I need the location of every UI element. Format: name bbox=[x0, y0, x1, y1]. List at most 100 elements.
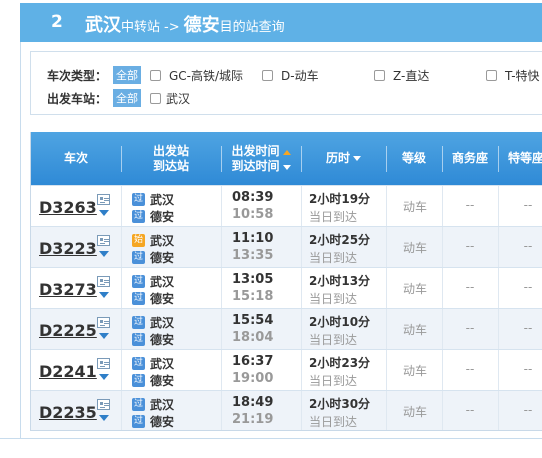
transfer-text: 中转站 bbox=[121, 20, 161, 35]
chevron-down-icon[interactable] bbox=[99, 251, 109, 257]
train-type-label: 车次类型： bbox=[47, 68, 108, 83]
sort-desc-icon[interactable] bbox=[282, 164, 291, 170]
duration: 2小时13分 bbox=[309, 274, 371, 288]
column-divider bbox=[386, 227, 387, 267]
special-seat-availability: -- bbox=[523, 280, 533, 294]
column-divider bbox=[221, 391, 222, 430]
train-info-icon[interactable] bbox=[97, 276, 110, 287]
checkbox[interactable] bbox=[486, 69, 497, 81]
column-divider bbox=[386, 391, 387, 430]
train-grade: 动车 bbox=[402, 323, 427, 337]
column-divider bbox=[386, 350, 387, 390]
special-seat-availability: -- bbox=[523, 403, 533, 417]
column-divider bbox=[301, 268, 302, 308]
column-divider bbox=[301, 350, 302, 390]
chevron-down-icon[interactable] bbox=[99, 374, 109, 380]
train-grade: 动车 bbox=[402, 364, 427, 378]
train-info-icon[interactable] bbox=[97, 194, 110, 205]
step-header: 2 武汉中转站 -> 德安目的站查询 bbox=[20, 3, 542, 42]
filter-option-gc[interactable]: GC-高铁/城际 bbox=[150, 67, 262, 84]
train-grade: 动车 bbox=[402, 200, 427, 214]
arrival-note: 当日到达 bbox=[309, 292, 358, 306]
header-train: 车次 bbox=[63, 151, 88, 165]
column-divider bbox=[221, 350, 222, 390]
sort-desc-icon[interactable] bbox=[353, 156, 361, 161]
step-number: 2 bbox=[51, 12, 63, 32]
train-info-icon[interactable] bbox=[97, 317, 110, 328]
column-divider bbox=[301, 391, 302, 430]
station-type-badge: 过 bbox=[132, 292, 145, 305]
table-row: D2235 过武汉过德安 18:49 21:19 2小时30分 当日到达 动车 -- -- bbox=[31, 390, 542, 430]
chevron-down-icon[interactable] bbox=[99, 415, 109, 421]
departure-station: 始武汉 bbox=[132, 234, 175, 248]
checkbox[interactable] bbox=[150, 92, 161, 104]
station-type-badge: 过 bbox=[132, 374, 145, 387]
arrival-station: 过德安 bbox=[132, 415, 175, 429]
filter-option-t[interactable]: T-特快 bbox=[486, 67, 540, 84]
arrival-station: 过德安 bbox=[132, 374, 175, 388]
filter-option-wuhan[interactable]: 武汉 bbox=[150, 90, 190, 107]
column-divider bbox=[386, 186, 387, 226]
train-info-icon[interactable] bbox=[97, 235, 110, 246]
station-type-badge: 过 bbox=[132, 210, 145, 223]
train-number-link[interactable]: D3273 bbox=[39, 280, 97, 299]
station-type-badge: 过 bbox=[132, 193, 145, 206]
arrival-note: 当日到达 bbox=[309, 251, 358, 265]
checkbox[interactable] bbox=[374, 69, 385, 81]
table-row: D2241 过武汉过德安 16:37 19:00 2小时23分 当日到达 动车 -- -- bbox=[31, 349, 542, 390]
filter-option-d[interactable]: D-动车 bbox=[262, 67, 374, 84]
business-seat-availability: -- bbox=[465, 198, 475, 212]
table-row: D3223 始武汉过德安 11:10 13:35 2小时25分 当日到达 动车 -- -- bbox=[31, 226, 542, 267]
duration: 2小时25分 bbox=[309, 233, 371, 247]
sort-asc-icon[interactable] bbox=[282, 149, 291, 155]
train-results-table: 车次 出发站 到达站 出发时间 到达时间 历时 等级 商务座 特等座 D3263… bbox=[30, 132, 542, 431]
dest-text: 目的站查询 bbox=[219, 20, 285, 35]
header-duration[interactable]: 历时 bbox=[301, 132, 386, 185]
column-divider bbox=[221, 309, 222, 349]
arrival-note: 当日到达 bbox=[309, 210, 358, 224]
train-grade: 动车 bbox=[402, 405, 427, 419]
train-info-icon[interactable] bbox=[97, 399, 110, 410]
header-times[interactable]: 出发时间 到达时间 bbox=[221, 132, 301, 185]
arrival-station: 过德安 bbox=[132, 333, 175, 347]
chevron-down-icon[interactable] bbox=[99, 333, 109, 339]
from-city: 武汉 bbox=[85, 15, 121, 36]
station-type-badge: 过 bbox=[132, 275, 145, 288]
special-seat-availability: -- bbox=[523, 362, 533, 376]
chevron-down-icon[interactable] bbox=[99, 292, 109, 298]
checkbox[interactable] bbox=[262, 69, 273, 81]
departure-station: 过武汉 bbox=[132, 316, 175, 330]
train-number-link[interactable]: D2235 bbox=[39, 403, 97, 422]
checkbox[interactable] bbox=[150, 69, 161, 81]
column-divider bbox=[386, 268, 387, 308]
header-stations: 出发站 到达站 bbox=[152, 143, 189, 173]
departure-time: 13:05 bbox=[232, 272, 274, 287]
departure-time: 18:49 bbox=[232, 395, 274, 410]
table-row: D3263 过武汉过德安 08:39 10:58 2小时19分 当日到达 动车 -- -- bbox=[31, 185, 542, 226]
filter-option-z[interactable]: Z-直达 bbox=[374, 67, 486, 84]
chevron-down-icon[interactable] bbox=[99, 210, 109, 216]
to-city: 德安 bbox=[183, 15, 220, 36]
column-divider bbox=[221, 227, 222, 267]
header-grade: 等级 bbox=[401, 151, 426, 165]
arrival-time: 21:19 bbox=[232, 412, 274, 427]
train-number-link[interactable]: D2225 bbox=[39, 321, 97, 340]
business-seat-availability: -- bbox=[465, 362, 475, 376]
departure-time: 16:37 bbox=[232, 354, 274, 369]
station-type-badge: 过 bbox=[132, 415, 145, 428]
special-seat-availability: -- bbox=[523, 198, 533, 212]
arrival-time: 18:04 bbox=[232, 330, 274, 345]
train-number-link[interactable]: D3223 bbox=[39, 239, 97, 258]
train-number-link[interactable]: D2241 bbox=[39, 362, 97, 381]
business-seat-availability: -- bbox=[465, 280, 475, 294]
column-divider bbox=[121, 227, 122, 267]
station-type-badge: 过 bbox=[132, 357, 145, 370]
depart-station-all-button[interactable]: 全部 bbox=[113, 89, 141, 107]
train-type-all-button[interactable]: 全部 bbox=[113, 66, 141, 84]
train-grade: 动车 bbox=[402, 241, 427, 255]
train-info-icon[interactable] bbox=[97, 358, 110, 369]
train-grade: 动车 bbox=[402, 282, 427, 296]
station-type-badge: 过 bbox=[132, 333, 145, 346]
train-number-link[interactable]: D3263 bbox=[39, 198, 97, 217]
arrival-station: 过德安 bbox=[132, 210, 175, 224]
